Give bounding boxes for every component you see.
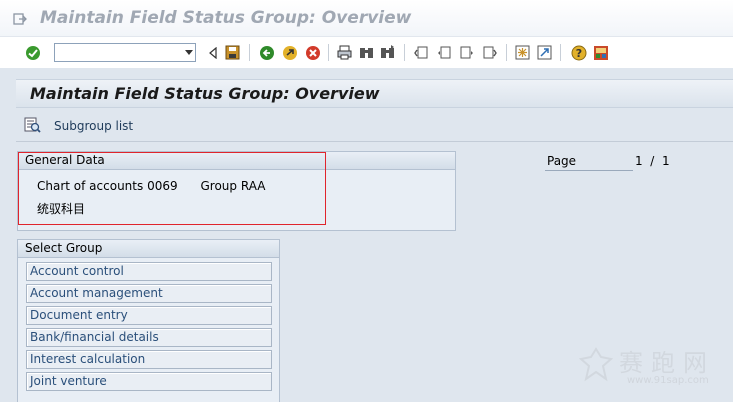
exit-yellow-icon[interactable] xyxy=(281,44,298,61)
page-current: 1 xyxy=(635,154,643,168)
group-item-joint-venture[interactable]: Joint venture xyxy=(26,372,272,391)
command-field[interactable] xyxy=(54,43,196,62)
group-item-account-management[interactable]: Account management xyxy=(26,284,272,303)
subgroup-list-icon xyxy=(24,117,41,133)
find-next-icon[interactable] xyxy=(379,44,396,61)
toolbar-separator xyxy=(560,44,561,61)
subgroup-list-button[interactable]: Subgroup list xyxy=(24,116,133,135)
group-item-document-entry[interactable]: Document entry xyxy=(26,306,272,325)
create-session-icon[interactable] xyxy=(514,44,531,61)
title-bar: Maintain Field Status Group: Overview xyxy=(0,0,733,37)
command-input[interactable] xyxy=(55,44,179,61)
group-item-interest-calculation[interactable]: Interest calculation xyxy=(26,350,272,369)
next-page-icon[interactable] xyxy=(459,44,476,61)
help-icon[interactable]: ? xyxy=(570,44,587,61)
page-indicator: 1 / 1 xyxy=(635,153,670,170)
watermark: 赛跑网 www.91sap.com xyxy=(575,343,725,393)
highlight-frame xyxy=(18,152,326,225)
toolbar-separator xyxy=(249,44,250,61)
exit-menu-icon[interactable] xyxy=(13,12,27,26)
select-group-title: Select Group xyxy=(18,240,279,258)
save-icon[interactable] xyxy=(224,44,241,61)
window-title: Maintain Field Status Group: Overview xyxy=(40,8,412,28)
chevron-down-icon[interactable] xyxy=(185,50,193,55)
previous-page-icon[interactable] xyxy=(436,44,453,61)
back-green-icon[interactable] xyxy=(258,44,275,61)
cancel-icon[interactable] xyxy=(304,44,321,61)
page-header: Maintain Field Status Group: Overview xyxy=(16,79,733,108)
system-toolbar: ? xyxy=(0,37,733,68)
toolbar-separator xyxy=(328,44,329,61)
page-total: 1 xyxy=(661,154,670,168)
collapse-left-icon[interactable] xyxy=(204,44,221,61)
watermark-logo-icon xyxy=(579,347,613,382)
shortcut-icon[interactable] xyxy=(536,44,553,61)
watermark-url: www.91sap.com xyxy=(627,375,709,386)
svg-text:?: ? xyxy=(575,47,581,60)
watermark-text: 赛跑网 xyxy=(619,349,715,377)
enter-icon[interactable] xyxy=(24,44,41,61)
customize-layout-icon[interactable] xyxy=(592,44,609,61)
toolbar-separator xyxy=(404,44,405,61)
page-title: Maintain Field Status Group: Overview xyxy=(30,84,380,103)
select-group-box: Select Group Account control Account man… xyxy=(17,239,280,402)
last-page-icon[interactable] xyxy=(482,44,499,61)
group-item-bank-financial-details[interactable]: Bank/financial details xyxy=(26,328,272,347)
page-label: Page xyxy=(545,153,633,171)
find-icon[interactable] xyxy=(358,44,375,61)
application-toolbar: Subgroup list xyxy=(16,109,733,142)
subgroup-list-label: Subgroup list xyxy=(54,118,134,133)
toolbar-separator xyxy=(506,44,507,61)
group-item-account-control[interactable]: Account control xyxy=(26,262,272,281)
first-page-icon[interactable] xyxy=(413,44,430,61)
print-icon[interactable] xyxy=(336,44,353,61)
